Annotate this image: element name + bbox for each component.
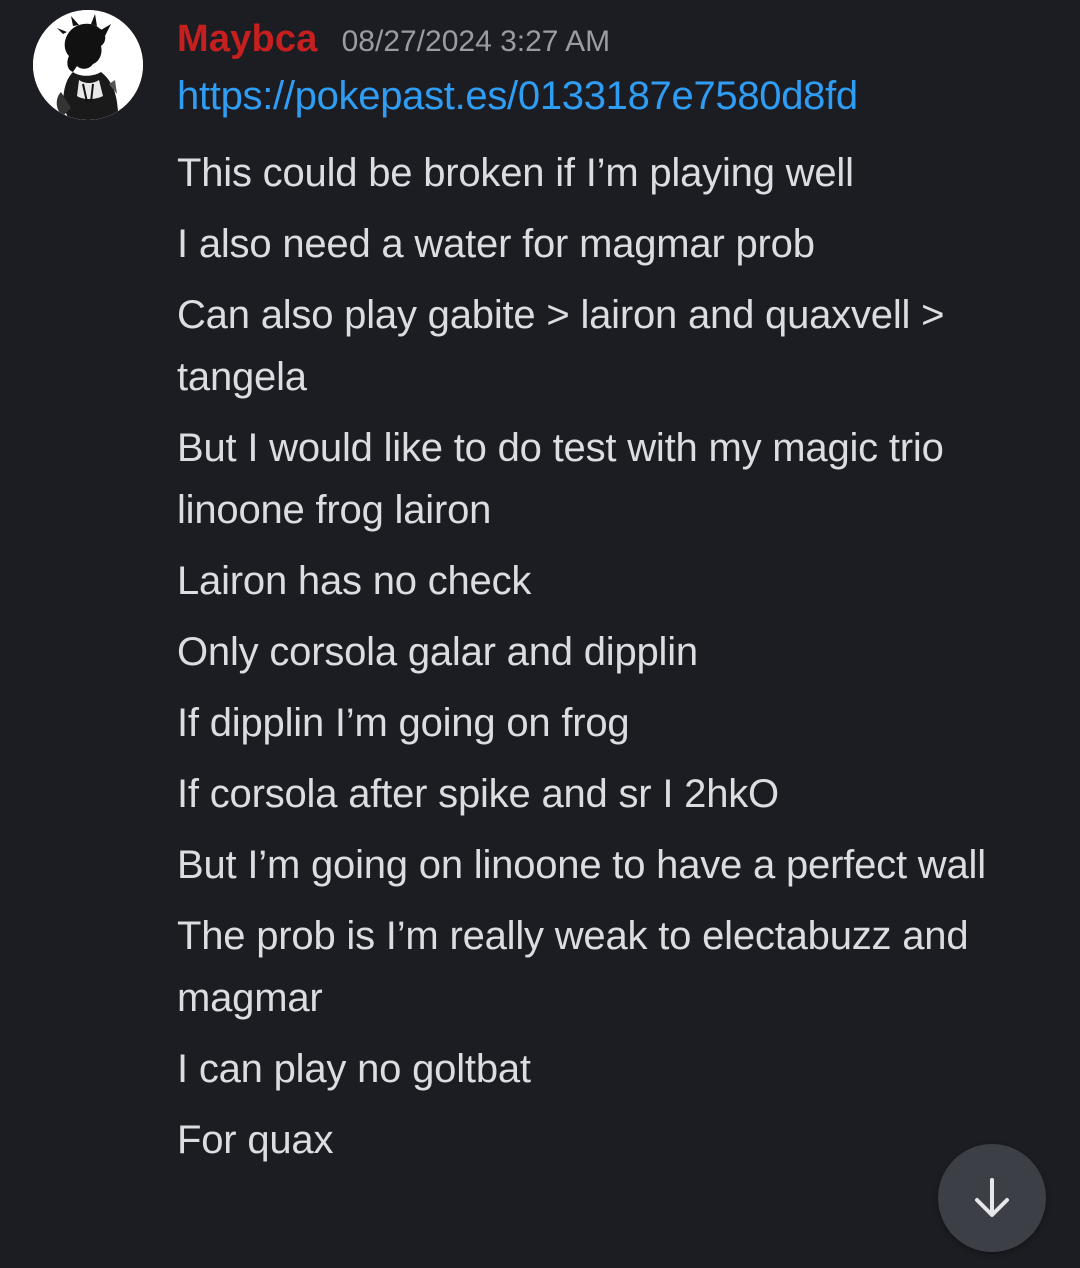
message-line: If dipplin I’m going on frog — [177, 701, 630, 745]
message-header: Maybca 08/27/2024 3:27 AM — [177, 18, 610, 68]
message-line: I can play no goltbat — [177, 1047, 531, 1091]
arrow-down-icon — [975, 1178, 1009, 1217]
message-body: This could be broken if I’m playing well… — [177, 142, 1037, 1180]
message-line: But I would like to do test with my magi… — [177, 426, 944, 532]
message-line: The prob is I’m really weak to electabuz… — [177, 914, 969, 1020]
pokepaste-link[interactable]: https://pokepast.es/0133187e7580d8fd — [177, 74, 858, 119]
message-line: If corsola after spike and sr I 2hkO — [177, 772, 779, 816]
message-line: I also need a water for magmar prob — [177, 222, 815, 266]
jump-to-bottom-button[interactable] — [938, 1144, 1046, 1252]
message-line: Can also play gabite > lairon and quaxve… — [177, 293, 945, 399]
chat-message: Maybca 08/27/2024 3:27 AM https://pokepa… — [0, 0, 1080, 1268]
timestamp: 08/27/2024 3:27 AM — [341, 25, 611, 58]
message-line: Lairon has no check — [177, 559, 532, 603]
avatar-image — [33, 10, 143, 120]
username[interactable]: Maybca — [177, 18, 318, 61]
avatar[interactable] — [33, 10, 143, 120]
message-line: For quax — [177, 1118, 334, 1162]
message-line: This could be broken if I’m playing well — [177, 151, 854, 195]
message-line: But I’m going on linoone to have a perfe… — [177, 843, 986, 887]
message-line: Only corsola galar and dipplin — [177, 630, 698, 674]
